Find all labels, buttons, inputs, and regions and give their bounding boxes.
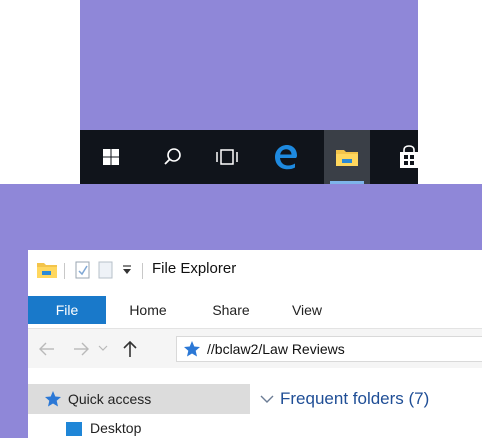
title-bar: File Explorer bbox=[28, 250, 482, 290]
tab-share[interactable]: Share bbox=[200, 296, 262, 324]
forward-arrow-icon[interactable] bbox=[72, 341, 90, 357]
folder-icon bbox=[37, 263, 57, 278]
recent-locations-chevron-icon[interactable] bbox=[98, 344, 108, 352]
nav-item-label: Quick access bbox=[68, 391, 152, 407]
quick-access-star-icon bbox=[45, 391, 61, 407]
file-explorer-window: File Explorer File Home Share View //bcl… bbox=[28, 250, 482, 438]
window-title: File Explorer bbox=[152, 260, 237, 277]
store-button[interactable] bbox=[386, 130, 432, 184]
nav-item-quick-access[interactable]: Quick access bbox=[28, 384, 250, 414]
navigation-bar: //bclaw2/Law Reviews bbox=[28, 328, 482, 369]
windows-icon bbox=[103, 149, 119, 165]
task-view-button[interactable] bbox=[204, 130, 250, 184]
tab-home[interactable]: Home bbox=[118, 296, 178, 324]
chevron-down-icon bbox=[260, 395, 274, 403]
desktop-icon bbox=[66, 422, 82, 436]
tab-view[interactable]: View bbox=[280, 296, 334, 324]
back-arrow-icon[interactable] bbox=[38, 341, 56, 357]
folder-icon bbox=[336, 150, 358, 166]
ribbon-tabs: File Home Share View bbox=[28, 296, 482, 324]
title-separator bbox=[64, 263, 65, 279]
address-field[interactable]: //bclaw2/Law Reviews bbox=[176, 336, 482, 362]
section-header-label: Frequent folders (7) bbox=[280, 389, 430, 408]
quick-access-star-icon bbox=[184, 341, 200, 357]
taskbar bbox=[80, 130, 418, 184]
address-path: //bclaw2/Law Reviews bbox=[207, 341, 345, 357]
tab-file[interactable]: File bbox=[28, 296, 106, 324]
file-explorer-button[interactable] bbox=[324, 130, 370, 184]
search-icon bbox=[164, 148, 181, 165]
desktop-background-top bbox=[80, 0, 418, 130]
store-icon bbox=[400, 145, 418, 168]
start-button[interactable] bbox=[88, 130, 134, 184]
nav-item-desktop[interactable]: Desktop bbox=[90, 420, 141, 436]
up-arrow-icon[interactable] bbox=[122, 339, 138, 359]
content-area: Quick access Desktop Frequent folders (7… bbox=[28, 368, 482, 438]
frequent-folders-header[interactable]: Frequent folders (7) bbox=[260, 384, 429, 414]
edge-button[interactable] bbox=[263, 130, 309, 184]
properties-icon[interactable] bbox=[75, 261, 91, 279]
new-folder-icon[interactable] bbox=[98, 261, 114, 279]
title-separator-2 bbox=[142, 263, 143, 279]
task-view-icon bbox=[216, 149, 238, 165]
customize-toolbar-dropdown-icon[interactable] bbox=[122, 264, 132, 276]
edge-icon bbox=[275, 145, 297, 170]
search-button[interactable] bbox=[150, 130, 196, 184]
